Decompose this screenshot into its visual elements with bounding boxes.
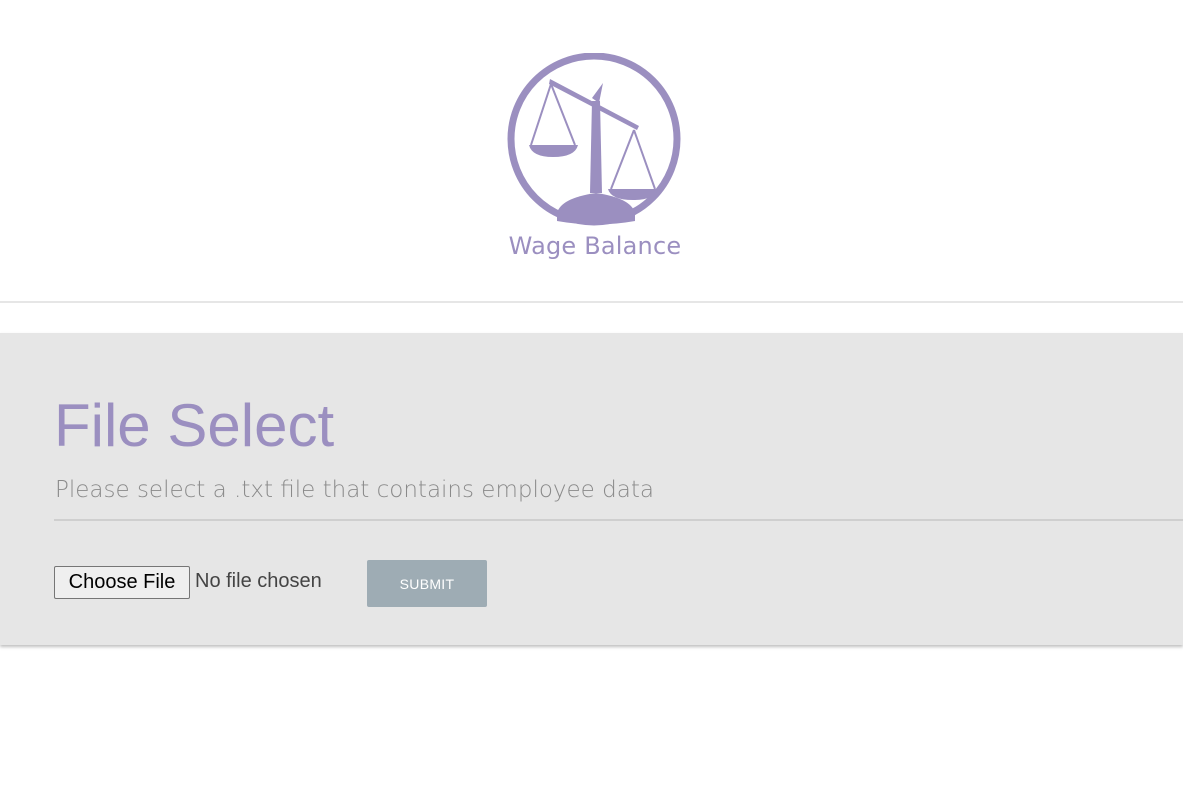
scales-of-justice-icon (507, 53, 681, 226)
file-status-text: No file chosen (195, 570, 322, 592)
submit-button[interactable]: SUBMIT (367, 560, 487, 607)
page-title: File Select (54, 392, 335, 459)
header: Wage Balance (0, 0, 1183, 303)
brand-name: Wage Balance (508, 232, 682, 260)
logo: Wage Balance (499, 53, 691, 265)
file-select-panel: File Select Please select a .txt file th… (0, 333, 1183, 645)
divider (54, 519, 1183, 521)
choose-file-button[interactable]: Choose File (54, 566, 190, 599)
instructions-text: Please select a .txt file that contains … (55, 477, 654, 503)
